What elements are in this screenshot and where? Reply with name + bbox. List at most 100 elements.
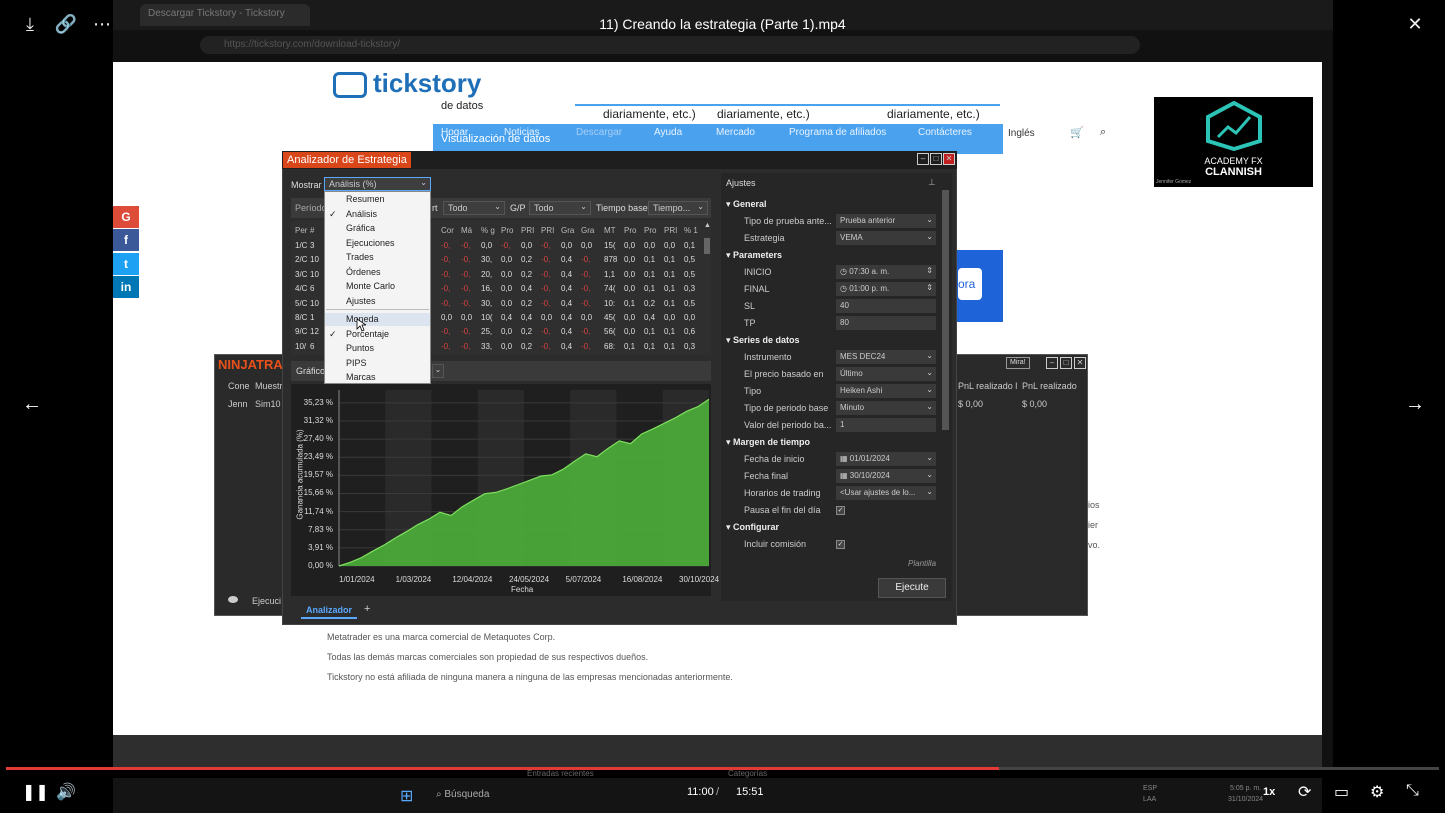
menu-item[interactable]: Monte Carlo: [346, 281, 395, 291]
settings-value[interactable]: Heiken Ashi ⌄: [836, 384, 936, 398]
nt-minimize-icon[interactable]: –: [1046, 357, 1058, 369]
minimize-icon[interactable]: –: [917, 153, 929, 165]
grid-header-cell[interactable]: % g: [481, 226, 495, 235]
settings-section[interactable]: ▾ Parameters: [726, 250, 782, 261]
template-link[interactable]: Plantilla: [908, 559, 936, 568]
settings-scrollbar[interactable]: [942, 190, 949, 430]
settings-value[interactable]: ▦ 01/01/2024 ⌄: [836, 452, 936, 466]
menu-item[interactable]: Ejecuciones: [346, 238, 395, 248]
grid-header-cell[interactable]: Cor: [441, 226, 454, 235]
settings-value[interactable]: Último ⌄: [836, 367, 936, 381]
close-icon[interactable]: ✕: [943, 153, 955, 165]
nt-executions-tab[interactable]: Ejecuci: [252, 596, 281, 606]
windows-start-icon[interactable]: ⊞: [400, 786, 413, 806]
loop-icon[interactable]: ⟳: [1298, 782, 1311, 802]
browser-url-bar[interactable]: https://tickstory.com/download-tickstory…: [200, 36, 1140, 54]
google-share-icon[interactable]: G: [113, 206, 139, 228]
search-icon[interactable]: ⌕: [1100, 126, 1106, 139]
run-button[interactable]: Ejecute: [878, 578, 946, 598]
settings-value[interactable]: Minuto ⌄: [836, 401, 936, 415]
grid-header-cell[interactable]: Má: [461, 226, 472, 235]
grid-header-cell[interactable]: Pro: [501, 226, 513, 235]
grid-header-cell[interactable]: PRI: [541, 226, 554, 235]
menu-item[interactable]: Marcas: [346, 372, 376, 382]
settings-gear-icon[interactable]: ⚙: [1370, 782, 1384, 802]
tickstory-logo[interactable]: tickstory: [333, 68, 481, 99]
settings-section[interactable]: ▾ Configurar: [726, 522, 779, 533]
pin-icon[interactable]: ⊥: [928, 177, 936, 188]
filter1-dropdown[interactable]: Todo ⌄: [443, 201, 505, 215]
grid-header-cell[interactable]: PRI: [521, 226, 534, 235]
grid-header-cell[interactable]: Per: [295, 226, 307, 235]
taskbar-lang[interactable]: ESP: [1143, 785, 1157, 792]
menu-item[interactable]: Análisis: [346, 209, 377, 219]
footer-categories[interactable]: Categorías: [728, 769, 767, 778]
minimize-player-icon[interactable]: ⤡: [1406, 782, 1419, 800]
facebook-share-icon[interactable]: f: [113, 229, 139, 251]
menu-item[interactable]: Órdenes: [346, 267, 381, 277]
nt-row-sim[interactable]: Sim10: [255, 399, 281, 409]
grid-header-cell[interactable]: Gra: [561, 226, 574, 235]
nav-descargar[interactable]: Descargar: [576, 127, 622, 138]
language-selector[interactable]: Inglés: [1008, 128, 1035, 139]
nt-maximize-icon[interactable]: □: [1060, 357, 1072, 369]
grid-header-cell[interactable]: % 1: [684, 226, 698, 235]
settings-value[interactable]: ▦ 30/10/2024 ⌄: [836, 469, 936, 483]
menu-item[interactable]: Porcentaje: [346, 329, 389, 339]
settings-value[interactable]: 40: [836, 299, 936, 313]
maximize-icon[interactable]: □: [930, 153, 942, 165]
menu-item[interactable]: PIPS: [346, 358, 367, 368]
grid-header-cell[interactable]: Gra: [581, 226, 594, 235]
visualization-link[interactable]: Visualización de datos: [441, 133, 550, 145]
filter2-dropdown[interactable]: Todo ⌄: [529, 201, 591, 215]
grid-header-cell[interactable]: Pro: [624, 226, 636, 235]
speed-button[interactable]: 1x: [1263, 786, 1275, 798]
settings-value[interactable]: 80: [836, 316, 936, 330]
nav-ayuda[interactable]: Ayuda: [654, 127, 682, 138]
nav-afiliados[interactable]: Programa de afiliados: [789, 127, 886, 138]
settings-value[interactable]: VEMA ⌄: [836, 231, 936, 245]
settings-value[interactable]: 1: [836, 418, 936, 432]
menu-item[interactable]: Resumen: [346, 194, 385, 204]
grid-header-cell[interactable]: PRI: [664, 226, 677, 235]
settings-value[interactable]: Prueba anterior ⌄: [836, 214, 936, 228]
footer-recent[interactable]: Entradas recientes: [527, 769, 594, 778]
pause-icon[interactable]: ❚❚: [22, 782, 49, 802]
base-dropdown[interactable]: Tiempo... ⌄: [648, 201, 708, 215]
chart-type-chevron-icon[interactable]: ⌄: [432, 364, 444, 378]
settings-section[interactable]: ▾ Series de datos: [726, 335, 800, 346]
taskbar-search[interactable]: ⌕ Búsqueda: [436, 789, 489, 800]
grid-scroll-up-icon[interactable]: ▲: [704, 222, 711, 229]
add-tab-button[interactable]: +: [364, 603, 370, 615]
settings-section[interactable]: ▾ General: [726, 199, 767, 210]
grid-scrollbar[interactable]: [704, 238, 710, 254]
menu-item[interactable]: Puntos: [346, 343, 374, 353]
show-dropdown[interactable]: Análisis (%) ⌄: [324, 177, 431, 191]
subtitles-icon[interactable]: ▭: [1334, 782, 1349, 802]
menu-item[interactable]: Ajustes: [346, 296, 376, 306]
next-icon[interactable]: →: [1405, 393, 1425, 416]
menu-item[interactable]: Gráfica: [346, 223, 375, 233]
settings-value[interactable]: ◷ 07:30 a. m. ⇕: [836, 265, 936, 279]
tab-analizador[interactable]: Analizador: [301, 601, 357, 619]
settings-checkbox[interactable]: ✓: [836, 506, 845, 515]
linkedin-share-icon[interactable]: in: [113, 276, 139, 298]
nt-row-account[interactable]: Jenn: [228, 399, 248, 409]
settings-checkbox[interactable]: ✓: [836, 540, 845, 549]
nav-mercado[interactable]: Mercado: [716, 127, 755, 138]
nt-close-icon[interactable]: ✕: [1074, 357, 1086, 369]
settings-value[interactable]: ◷ 01:00 p. m. ⇕: [836, 282, 936, 296]
settings-value[interactable]: MES DEC24 ⌄: [836, 350, 936, 364]
cart-icon[interactable]: 🛒: [1070, 126, 1084, 139]
twitter-share-icon[interactable]: t: [113, 253, 139, 275]
promo-button[interactable]: ora: [958, 268, 982, 300]
grid-header-cell[interactable]: #: [310, 226, 314, 235]
close-player-icon[interactable]: ✕: [1403, 12, 1427, 36]
menu-item[interactable]: Trades: [346, 252, 374, 262]
volume-icon[interactable]: 🔊: [56, 782, 76, 802]
ninjatrader-mira-button[interactable]: Mira!: [1006, 357, 1030, 369]
settings-section[interactable]: ▾ Margen de tiempo: [726, 437, 810, 448]
grid-header-cell[interactable]: Pro: [644, 226, 656, 235]
previous-icon[interactable]: ←: [22, 393, 42, 416]
grid-header-cell[interactable]: MT: [604, 226, 616, 235]
